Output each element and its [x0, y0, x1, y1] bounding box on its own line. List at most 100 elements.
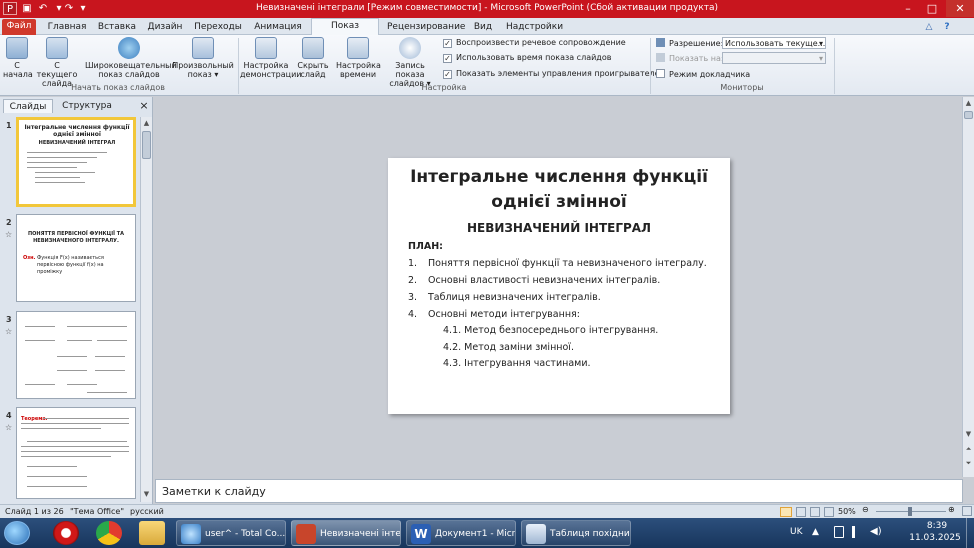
- presenter-view-checkbox[interactable]: Режим докладчика: [656, 69, 750, 79]
- tab-home[interactable]: Главная: [44, 20, 90, 35]
- from-beginning-button[interactable]: Сначала: [3, 37, 33, 79]
- explorer-folder-icon[interactable]: [139, 521, 165, 545]
- help-icon[interactable]: ?: [940, 20, 954, 35]
- volume-icon[interactable]: ◀): [870, 526, 882, 537]
- flag-icon[interactable]: [834, 526, 844, 538]
- scroll-up-icon[interactable]: ▲: [142, 119, 151, 128]
- hide-slide-button[interactable]: Скрыть слайд: [296, 37, 330, 79]
- tab-addins[interactable]: Надстройки: [506, 20, 563, 35]
- rehearse-timings-button[interactable]: Настройка времени: [336, 37, 381, 79]
- chrome-icon[interactable]: [96, 521, 122, 545]
- taskbar-item-total-commander[interactable]: user^ - Total Co...: [176, 520, 286, 546]
- main-scrollbar[interactable]: ▲ ▼ ⏶ ⏷: [962, 97, 974, 477]
- slide-thumbnail-1[interactable]: Інтегральне числення функції однієї змін…: [16, 117, 136, 207]
- slideshow-view-icon[interactable]: [824, 507, 834, 517]
- status-bar: Слайд 1 из 26 "Тема Office" русский 50% …: [0, 504, 974, 518]
- resolution-dropdown[interactable]: Использовать текуще... ▾: [722, 37, 826, 49]
- plan-subitem[interactable]: 4.3. Інтегрування частинами.: [443, 358, 591, 369]
- tab-view[interactable]: Вид: [470, 20, 496, 35]
- slide-subtitle[interactable]: НЕВИЗНАЧЕНИЙ ІНТЕГРАЛ: [388, 221, 730, 235]
- monitor-icon: [656, 53, 665, 62]
- plan-item[interactable]: Таблиця невизначених інтегралів.: [428, 292, 601, 303]
- opera-icon[interactable]: [53, 521, 79, 545]
- show-media-controls-checkbox[interactable]: ✓ Показать элементы управления проигрыват…: [443, 69, 666, 79]
- tab-transitions[interactable]: Переходы: [193, 20, 243, 35]
- plan-item[interactable]: Основні методи інтегрування:: [428, 309, 580, 320]
- zoom-out-icon[interactable]: ⊖: [862, 505, 869, 514]
- plan-item[interactable]: Поняття первісної функції та невизначено…: [428, 258, 707, 269]
- reading-view-icon[interactable]: [810, 507, 820, 517]
- network-icon[interactable]: [852, 526, 862, 538]
- tray-expand-icon[interactable]: ▲: [812, 527, 819, 537]
- scroll-down-icon[interactable]: ▼: [142, 490, 151, 499]
- slide-thumbnail-2[interactable]: ПОНЯТТЯ ПЕРВІСНОЇ ФУНКЦІЇ ТА НЕВИЗНАЧЕНО…: [16, 214, 136, 302]
- close-panel-icon[interactable]: ×: [138, 99, 150, 113]
- maximize-button[interactable]: □: [920, 0, 944, 17]
- plan-label[interactable]: ПЛАН:: [408, 241, 443, 252]
- broadcast-slideshow-button[interactable]: Широковещательный показ слайдов: [85, 37, 177, 79]
- close-button[interactable]: ✕: [946, 0, 974, 17]
- thumb-title: ПОНЯТТЯ ПЕРВІСНОЇ ФУНКЦІЇ ТА НЕВИЗНАЧЕНО…: [28, 231, 124, 244]
- scroll-thumb[interactable]: [964, 111, 973, 119]
- animation-star-icon: ☆: [5, 327, 13, 336]
- from-current-slide-button[interactable]: С текущего слайда: [33, 37, 81, 88]
- chevron-down-icon: ▾: [818, 39, 823, 48]
- scroll-thumb[interactable]: [142, 131, 151, 159]
- tab-insert[interactable]: Вставка: [96, 20, 138, 35]
- tab-animation[interactable]: Анимация: [252, 20, 304, 35]
- use-timings-checkbox[interactable]: ✓ Использовать время показа слайдов: [443, 53, 611, 63]
- plan-subitem[interactable]: 4.1. Метод безпосереднього інтегрування.: [443, 325, 658, 336]
- animation-star-icon: ☆: [5, 423, 13, 432]
- plan-item-number: 1.: [408, 258, 418, 269]
- taskbar-item-powerpoint[interactable]: Невизначені інте...: [291, 520, 401, 546]
- tab-outline[interactable]: Структура: [56, 99, 118, 113]
- slide-sorter-icon[interactable]: [796, 507, 806, 517]
- slide-title-line-2[interactable]: однієї змінної: [388, 192, 730, 212]
- slides-panel-scrollbar[interactable]: ▲ ▼: [140, 117, 152, 502]
- slide-thumbnail-4[interactable]: Теорема.: [16, 407, 136, 499]
- record-slideshow-button[interactable]: Запись показа слайдов ▾: [382, 37, 438, 88]
- custom-slideshow-button[interactable]: Произвольный показ ▾: [172, 37, 234, 79]
- show-desktop-button[interactable]: [966, 518, 974, 548]
- play-narrations-checkbox[interactable]: ✓ Воспроизвести речевое сопровождение: [443, 38, 626, 48]
- minimize-button[interactable]: –: [896, 0, 920, 17]
- animation-star-icon: ☆: [5, 230, 13, 239]
- setup-slideshow-button[interactable]: Настройка демонстрации: [240, 37, 302, 79]
- zoom-in-icon[interactable]: ⊕: [948, 505, 955, 514]
- plan-item-number: 4.: [408, 309, 418, 320]
- ribbon: Сначала С текущего слайда Широковещательн…: [0, 35, 974, 96]
- slide-thumbnail-3[interactable]: [16, 311, 136, 399]
- tab-slideshow[interactable]: Показ слайдов: [311, 18, 379, 45]
- zoom-slider-thumb[interactable]: [908, 507, 912, 516]
- scroll-up-icon[interactable]: ▲: [964, 99, 973, 107]
- slide-counter: Слайд 1 из 26: [5, 507, 64, 516]
- slide-number: 3: [6, 315, 12, 324]
- language-indicator[interactable]: UK: [790, 527, 803, 537]
- previous-slide-icon[interactable]: ⏶: [964, 445, 973, 454]
- zoom-level[interactable]: 50%: [838, 507, 856, 516]
- fit-to-window-icon[interactable]: [962, 506, 972, 516]
- next-slide-icon[interactable]: ⏷: [964, 459, 973, 468]
- language-indicator[interactable]: русский: [130, 507, 164, 516]
- notes-placeholder[interactable]: Заметки к слайду: [162, 485, 266, 498]
- scroll-down-icon[interactable]: ▼: [964, 430, 973, 438]
- clock-date[interactable]: 11.03.2025: [905, 533, 965, 543]
- tab-file[interactable]: Файл: [2, 19, 36, 35]
- normal-view-icon[interactable]: [780, 507, 792, 517]
- start-button-icon[interactable]: [4, 521, 30, 545]
- tab-slides[interactable]: Слайды: [3, 99, 53, 113]
- clock-time[interactable]: 8:39: [912, 521, 962, 531]
- hide-slide-icon: [302, 37, 324, 59]
- plan-item[interactable]: Основні властивості невизначених інтегра…: [428, 275, 660, 286]
- current-slide[interactable]: Інтегральне числення функції однієї змін…: [388, 158, 730, 414]
- slide-title-line-1[interactable]: Інтегральне числення функції: [388, 167, 730, 187]
- taskbar-item-word[interactable]: W Документ1 - Micr...: [406, 520, 516, 546]
- minimize-ribbon-icon[interactable]: △: [922, 20, 936, 35]
- show-on-dropdown[interactable]: ▾: [722, 52, 826, 64]
- tab-design[interactable]: Дизайн: [145, 20, 185, 35]
- plan-subitem[interactable]: 4.2. Метод заміни змінної.: [443, 342, 574, 353]
- taskbar-item-pdf-viewer[interactable]: Таблиця похідни...: [521, 520, 631, 546]
- notes-pane[interactable]: Заметки к слайду: [155, 479, 963, 503]
- theme-name[interactable]: "Тема Office": [70, 507, 124, 516]
- tab-review[interactable]: Рецензирование: [387, 20, 465, 35]
